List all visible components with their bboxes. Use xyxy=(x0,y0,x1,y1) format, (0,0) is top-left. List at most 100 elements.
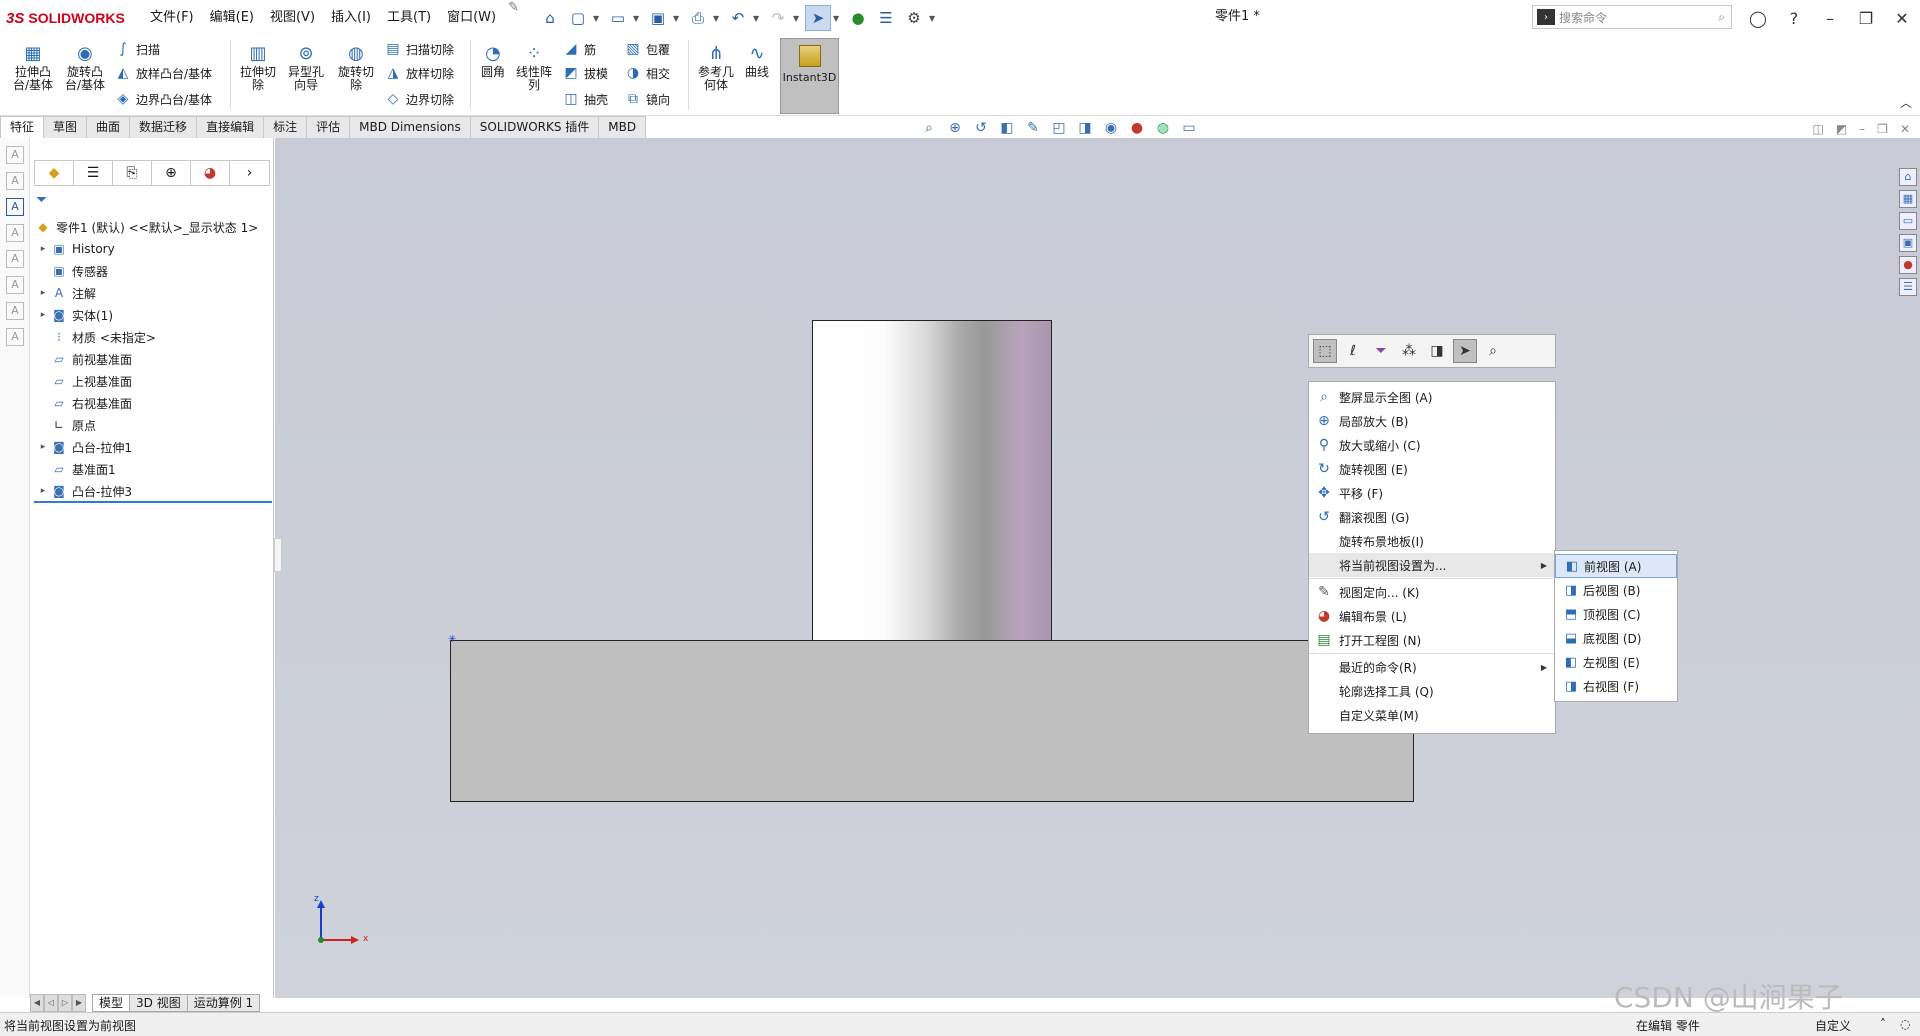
menu-view[interactable]: 视图(V) xyxy=(262,0,323,36)
menu-edit[interactable]: 编辑(E) xyxy=(202,0,262,36)
help-icon[interactable]: ? xyxy=(1776,9,1812,28)
chevron-down-icon[interactable]: ▼ xyxy=(929,14,939,23)
chevron-up-icon[interactable]: ˄ xyxy=(1880,1017,1886,1031)
annotation-icon[interactable]: A xyxy=(6,198,24,216)
view-palette-icon[interactable]: ▣ xyxy=(1899,234,1917,252)
tab-data-migration[interactable]: 数据迁移 xyxy=(129,116,198,138)
viewport-restore-button[interactable]: ❐ xyxy=(1877,122,1888,136)
save-icon[interactable]: ▣ xyxy=(645,5,671,31)
boundary-cut-button[interactable]: ◇ 边界切除 xyxy=(384,88,454,110)
menu-item-edit-scene[interactable]: ◕ 编辑布景 (L) xyxy=(1309,604,1555,628)
chat-icon[interactable]: ◌ xyxy=(1900,1017,1910,1031)
property-manager-tab-icon[interactable]: ☰ xyxy=(74,161,113,185)
annotation-icon[interactable]: A xyxy=(6,146,24,164)
tree-item-top-plane[interactable]: ▱ 上视基准面 xyxy=(30,370,270,392)
menu-item-zoom-to-area[interactable]: ⊕ 局部放大 (B) xyxy=(1309,409,1555,433)
tab-direct-editing[interactable]: 直接编辑 xyxy=(196,116,265,138)
hide-show-items-icon[interactable]: ◉ xyxy=(1100,120,1122,140)
undo-icon[interactable]: ↶ xyxy=(725,5,751,31)
hole-wizard-button[interactable]: ⊚ 异型孔向导 xyxy=(284,42,328,92)
submenu-item-top-view[interactable]: ⬒ 顶视图 (C) xyxy=(1555,602,1677,626)
user-account-icon[interactable]: ◯ xyxy=(1740,9,1776,28)
split-view-icon[interactable]: ◫ xyxy=(1812,122,1823,136)
design-library-icon[interactable]: ▦ xyxy=(1899,190,1917,208)
submenu-item-front-view[interactable]: ◧ 前视图 (A) xyxy=(1555,554,1677,578)
expand-arrow-icon[interactable]: ▸ xyxy=(36,310,50,320)
file-explorer-icon[interactable]: ▭ xyxy=(1899,212,1917,230)
configuration-manager-tab-icon[interactable]: ⎘ xyxy=(113,161,152,185)
last-tab-arrow-icon[interactable]: ▶ xyxy=(72,994,86,1012)
tab-evaluate[interactable]: 评估 xyxy=(306,116,351,138)
tree-item-material[interactable]: ⁝ 材质 <未指定> xyxy=(30,326,270,348)
tree-item-history[interactable]: ▸ ▣ History xyxy=(30,238,270,260)
home-icon[interactable]: ⌂ xyxy=(537,5,563,31)
tree-item-sensors[interactable]: ▣ 传感器 xyxy=(30,260,270,282)
menu-item-rotate-scene-floor[interactable]: 旋转布景地板(I) xyxy=(1309,529,1555,553)
tree-item-annotations[interactable]: ▸ A 注解 xyxy=(30,282,270,304)
custom-properties-icon[interactable]: ☰ xyxy=(1899,278,1917,296)
tab-markup[interactable]: 标注 xyxy=(263,116,308,138)
file-properties-icon[interactable]: ☰ xyxy=(873,5,899,31)
view-orientation-icon[interactable]: ◰ xyxy=(1048,120,1070,140)
linear-pattern-button[interactable]: ⁘ 线性阵列 xyxy=(514,42,554,92)
menu-item-recent-commands[interactable]: 最近的命令(R) ▶ xyxy=(1309,655,1555,679)
chevron-down-icon[interactable]: ▼ xyxy=(713,14,723,23)
annotation-icon[interactable]: A xyxy=(6,172,24,190)
rollback-bar[interactable] xyxy=(34,501,272,503)
menu-file[interactable]: 文件(F) xyxy=(142,0,202,36)
tab-sketch[interactable]: 草图 xyxy=(43,116,88,138)
new-document-icon[interactable]: ▢ xyxy=(565,5,591,31)
tab-surfaces[interactable]: 曲面 xyxy=(86,116,131,138)
appearances-icon[interactable]: ● xyxy=(1899,256,1917,274)
chevron-down-icon[interactable]: ▼ xyxy=(593,14,603,23)
loft-boss-button[interactable]: ◭ 放样凸台/基体 xyxy=(114,62,212,84)
chevron-down-icon[interactable]: ▼ xyxy=(753,14,763,23)
tab-motion-study-1[interactable]: 运动算例 1 xyxy=(186,994,261,1012)
shell-button[interactable]: ◫ 抽壳 xyxy=(562,88,608,110)
chevron-down-icon[interactable]: ▼ xyxy=(673,14,683,23)
menu-item-pan[interactable]: ✥ 平移 (F) xyxy=(1309,481,1555,505)
dimxpert-tab-icon[interactable]: ⊕ xyxy=(152,161,191,185)
options-gear-icon[interactable]: ⚙ xyxy=(901,5,927,31)
open-folder-icon[interactable]: ▭ xyxy=(605,5,631,31)
selection-filter-icon[interactable]: ⏷ xyxy=(1369,339,1393,363)
extrude-boss-button[interactable]: ▦ 拉伸凸台/基体 xyxy=(10,42,56,92)
select-other-icon[interactable]: ⁂ xyxy=(1397,339,1421,363)
tab-solidworks-addins[interactable]: SOLIDWORKS 插件 xyxy=(469,116,600,138)
chevron-down-icon[interactable]: ▼ xyxy=(633,14,643,23)
tab-features[interactable]: 特征 xyxy=(0,116,45,138)
submenu-item-right-view[interactable]: ◨ 右视图 (F) xyxy=(1555,674,1677,698)
apply-scene-icon[interactable]: ◍ xyxy=(1152,120,1174,140)
menu-item-zoom-to-fit[interactable]: ⌕ 整屏显示全图 (A) xyxy=(1309,385,1555,409)
instant3d-button[interactable]: Instant3D xyxy=(780,38,839,114)
view-settings-icon[interactable]: ▭ xyxy=(1178,120,1200,140)
tree-item-boss-extrude3[interactable]: ▸ ◙ 凸台-拉伸3 xyxy=(30,480,270,502)
tree-item-boss-extrude1[interactable]: ▸ ◙ 凸台-拉伸1 xyxy=(30,436,270,458)
reference-geometry-button[interactable]: ⋔ 参考几何体 xyxy=(694,42,738,92)
menu-item-open-drawing[interactable]: ▤ 打开工程图 (N) xyxy=(1309,628,1555,652)
tree-item-front-plane[interactable]: ▱ 前视基准面 xyxy=(30,348,270,370)
lasso-select-icon[interactable]: ℓ xyxy=(1341,339,1365,363)
first-tab-arrow-icon[interactable]: ◀ xyxy=(30,994,44,1012)
curves-button[interactable]: ∿ 曲线 xyxy=(740,42,774,79)
annotation-icon[interactable]: A xyxy=(6,250,24,268)
annotation-icon[interactable]: A xyxy=(6,224,24,242)
status-units[interactable]: 自定义 xyxy=(1815,1017,1851,1034)
collapse-ribbon-icon[interactable]: ︿ xyxy=(1900,94,1912,111)
fillet-button[interactable]: ◔ 圆角 xyxy=(474,42,512,79)
close-button[interactable]: ✕ xyxy=(1884,9,1920,28)
chevron-down-icon[interactable]: ▼ xyxy=(833,14,843,23)
viewport-close-button[interactable]: ✕ xyxy=(1900,122,1910,136)
annotation-icon[interactable]: A xyxy=(6,328,24,346)
tab-mbd-dimensions[interactable]: MBD Dimensions xyxy=(349,116,471,138)
tab-mbd[interactable]: MBD xyxy=(598,116,647,138)
select-cursor-icon[interactable]: ➤ xyxy=(1453,339,1477,363)
menu-item-set-current-view-as[interactable]: 将当前视图设置为... ▶ xyxy=(1309,553,1555,577)
link-views-icon[interactable]: ◩ xyxy=(1836,122,1847,136)
filter-icon[interactable]: ⏷ xyxy=(36,192,47,208)
rib-button[interactable]: ◢ 筋 xyxy=(562,38,596,60)
expand-arrow-icon[interactable]: ▸ xyxy=(36,442,50,452)
select-cursor-icon[interactable]: ➤ xyxy=(805,5,832,31)
lofted-cut-button[interactable]: ◮ 放样切除 xyxy=(384,62,454,84)
prev-tab-arrow-icon[interactable]: ◁ xyxy=(44,994,58,1012)
